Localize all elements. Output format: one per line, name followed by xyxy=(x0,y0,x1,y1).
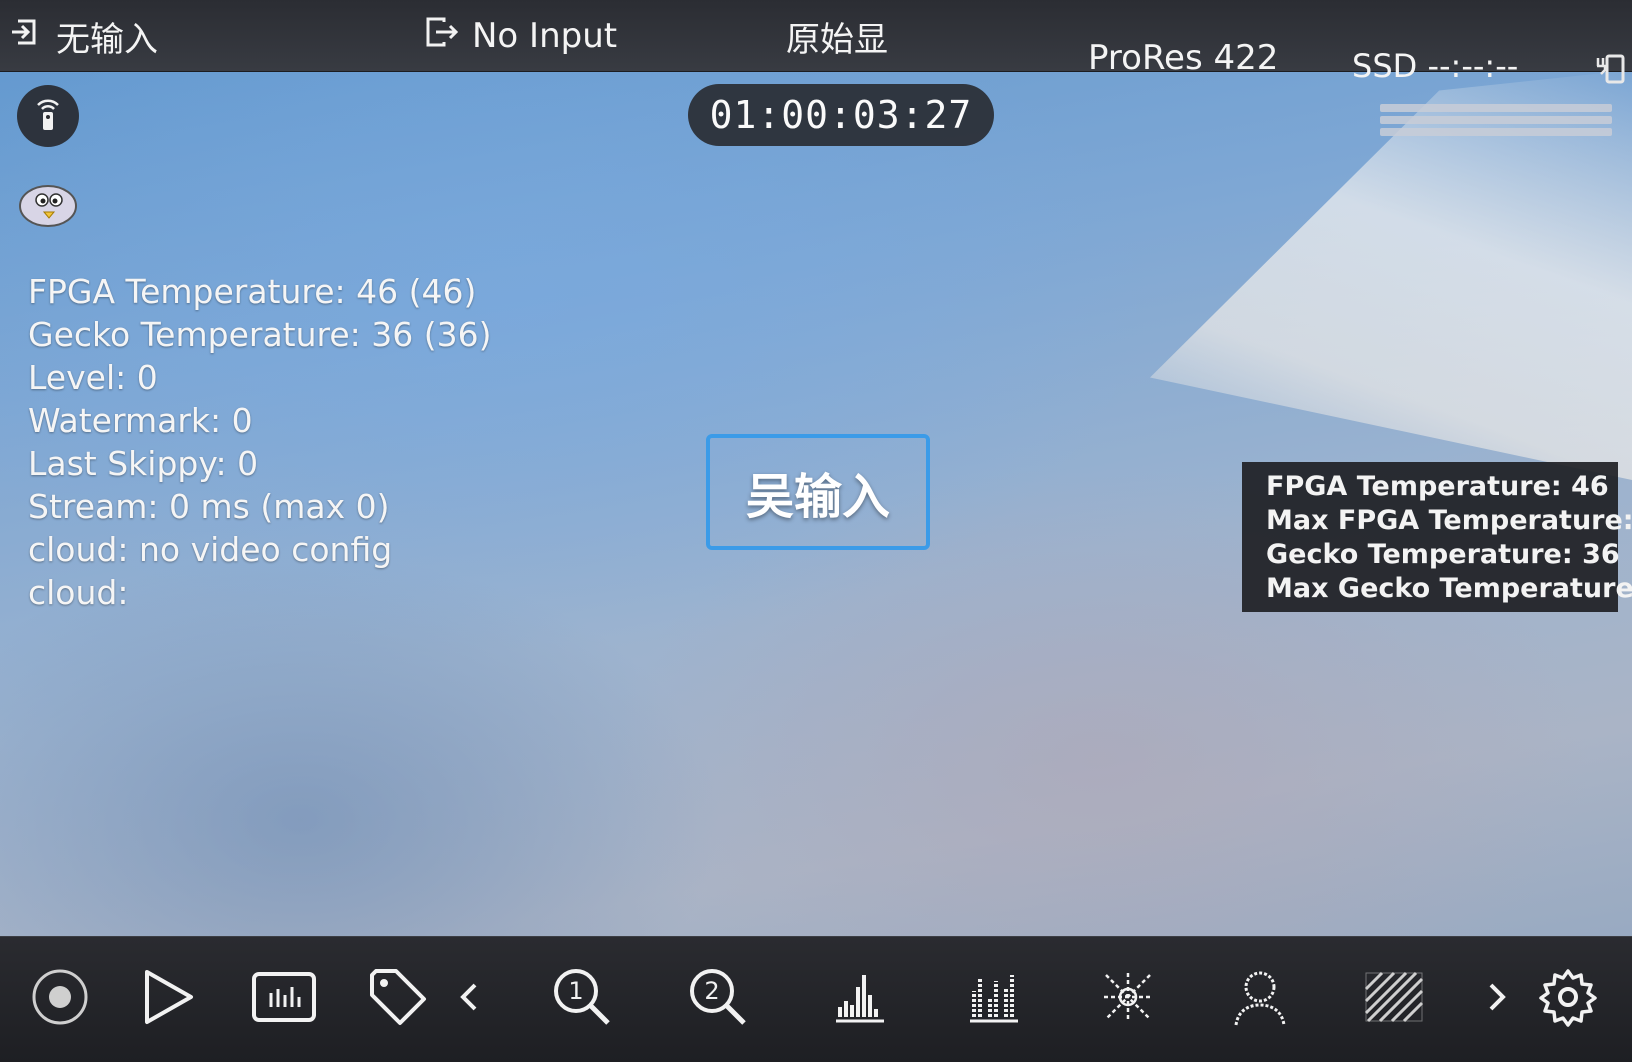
waveform-button[interactable] xyxy=(246,959,322,1035)
display-mode-label: 原始显 xyxy=(786,19,888,60)
audio-meters-button[interactable] xyxy=(956,959,1032,1035)
zebra-button[interactable] xyxy=(1356,959,1432,1035)
vectorscope-icon xyxy=(1098,967,1158,1027)
input-status[interactable]: 无输入 xyxy=(10,14,158,60)
false-color-button[interactable] xyxy=(1222,959,1298,1035)
record-icon xyxy=(30,967,90,1027)
remote-icon xyxy=(35,96,61,136)
zoom-1-icon: 1 xyxy=(550,965,614,1029)
svg-text:2: 2 xyxy=(704,977,719,1005)
tag-icon xyxy=(366,965,430,1029)
audio-meters-icon xyxy=(964,967,1024,1027)
svg-text:1: 1 xyxy=(568,977,583,1005)
temperature-line: FPGA Temperature: 46 xyxy=(1266,471,1609,502)
prev-icon xyxy=(457,979,479,1015)
next-icon xyxy=(1487,979,1509,1015)
previous-page-button[interactable] xyxy=(448,959,488,1035)
mascot-icon[interactable] xyxy=(18,180,80,228)
audio-meter-ch2 xyxy=(1380,116,1612,124)
zoom-1-button[interactable]: 1 xyxy=(544,959,620,1035)
debug-line: Watermark: 0 xyxy=(28,401,253,440)
settings-icon xyxy=(1538,967,1598,1027)
play-button[interactable] xyxy=(130,959,206,1035)
debug-line: Stream: 0 ms (max 0) xyxy=(28,487,390,526)
debug-line: Gecko Temperature: 36 (36) xyxy=(28,315,492,354)
no-input-message: 吴输入 xyxy=(706,434,930,550)
output-status[interactable]: No Input xyxy=(424,14,617,58)
zoom-2-button[interactable]: 2 xyxy=(680,959,756,1035)
play-icon xyxy=(137,966,199,1028)
output-icon xyxy=(424,15,460,58)
histogram-icon xyxy=(830,967,890,1027)
record-button[interactable] xyxy=(22,959,98,1035)
next-page-button[interactable] xyxy=(1478,959,1518,1035)
temperature-line: Gecko Temperature: 36 xyxy=(1266,539,1620,570)
debug-line: FPGA Temperature: 46 (46) xyxy=(28,272,477,311)
debug-line: cloud: xyxy=(28,573,129,612)
storage-label: SSD --:--:-- xyxy=(1352,47,1519,85)
storage-status[interactable]: SSD --:--:-- xyxy=(1352,44,1518,88)
codec-label: ProRes 422 xyxy=(1088,38,1279,78)
battery-icon xyxy=(1595,52,1625,84)
top-status-bar: 无输入 No Input 原始显 ProRes 422 SSD --:--:-- xyxy=(0,0,1632,85)
input-icon xyxy=(10,15,44,58)
zebra-icon xyxy=(1362,969,1426,1025)
debug-line: cloud: no video config xyxy=(28,530,393,569)
audio-meter-ch3 xyxy=(1380,128,1612,136)
tag-button[interactable] xyxy=(360,959,436,1035)
settings-button[interactable] xyxy=(1530,959,1606,1035)
display-mode[interactable]: 原始显 xyxy=(786,14,888,60)
bottom-toolbar: 1 2 xyxy=(0,936,1632,1062)
zoom-2-icon: 2 xyxy=(686,965,750,1029)
codec-selector[interactable]: ProRes 422 xyxy=(1088,36,1278,80)
histogram-button[interactable] xyxy=(822,959,898,1035)
audio-meter-ch1 xyxy=(1380,104,1612,112)
remote-control-button[interactable] xyxy=(17,85,79,147)
output-status-label: No Input xyxy=(472,16,618,56)
temperature-line: Max FPGA Temperature: 46 xyxy=(1266,505,1632,536)
input-status-label: 无输入 xyxy=(56,19,158,60)
temperature-line: Max Gecko Temperature: 36 xyxy=(1266,573,1632,604)
debug-line: Level: 0 xyxy=(28,358,158,397)
debug-info-overlay: FPGA Temperature: 46 (46) Gecko Temperat… xyxy=(28,270,588,614)
waveform-monitor-icon xyxy=(251,971,317,1023)
debug-line: Last Skippy: 0 xyxy=(28,444,259,483)
false-color-face-icon xyxy=(1230,965,1290,1029)
timecode-display[interactable]: 01:00:03:27 xyxy=(688,84,994,146)
audio-level-meters xyxy=(1380,102,1620,138)
temperature-panel: FPGA Temperature: 46 Max FPGA Temperatur… xyxy=(1242,462,1632,612)
vectorscope-button[interactable] xyxy=(1090,959,1166,1035)
